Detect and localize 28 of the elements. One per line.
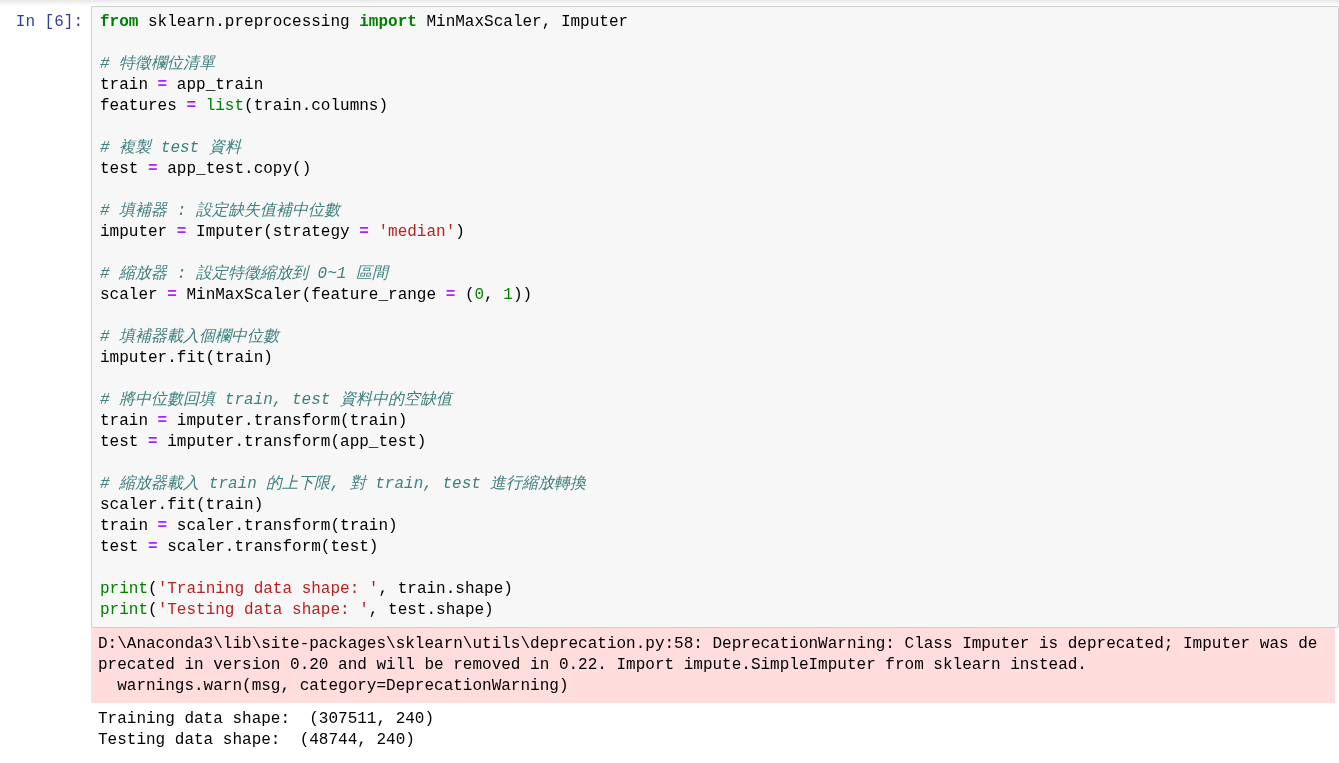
code-line: train = app_train (100, 75, 265, 96)
code-comment: # 複製 test 資料 (100, 138, 243, 159)
code-comment: # 縮放器 : 設定特徵縮放到 0~1 區間 (100, 264, 391, 285)
code-comment: # 填補器 : 設定缺失值補中位數 (100, 201, 343, 222)
code-line: test = imputer.transform(app_test) (100, 432, 428, 453)
code-comment: # 特徵欄位清單 (100, 54, 217, 75)
code-line: test = scaler.transform(test) (100, 537, 380, 558)
code-line: train = scaler.transform(train) (100, 516, 399, 537)
warning-text: D:\Anaconda3\lib\site-packages\sklearn\utils\deprecation.py:58: DeprecationWarning: Class Imputer is deprecated; Imputer was de (98, 634, 1319, 655)
code-comment: # 填補器載入個欄中位數 (100, 327, 282, 348)
code-cell[interactable] (91, 6, 1339, 628)
code-line: print('Testing data shape: ', test.shape) (100, 600, 495, 621)
code-line: from sklearn.preprocessing import MinMaxScaler, Imputer (100, 12, 630, 33)
warning-text: warnings.warn(msg, category=DeprecationWarning) (116, 676, 570, 697)
output-text: Testing data shape: (48744, 240) (98, 730, 416, 751)
code-comment: # 將中位數回填 train, test 資料中的空缺值 (100, 390, 455, 411)
code-line: scaler.fit(train) (100, 495, 265, 516)
code-line: imputer.fit(train) (100, 348, 274, 369)
code-line: train = imputer.transform(train) (100, 411, 409, 432)
output-text: Training data shape: (307511, 240) (98, 709, 436, 730)
input-prompt: In [6]: (14, 12, 84, 33)
code-comment: # 縮放器載入 train 的上下限, 對 train, test 進行縮放轉換 (100, 474, 588, 495)
code-line: print('Training data shape: ', train.shape) (100, 579, 514, 600)
code-line: imputer = Imputer(strategy = 'median') (100, 222, 466, 243)
code-line: test = app_test.copy() (100, 159, 313, 180)
warning-text: precated in version 0.20 and will be removed in 0.22. Import impute.SimpleImputer from sklearn instead. (98, 655, 1088, 676)
code-line: features = list(train.columns) (100, 96, 390, 117)
code-line: scaler = MinMaxScaler(feature_range = (0, 1)) (100, 285, 534, 306)
